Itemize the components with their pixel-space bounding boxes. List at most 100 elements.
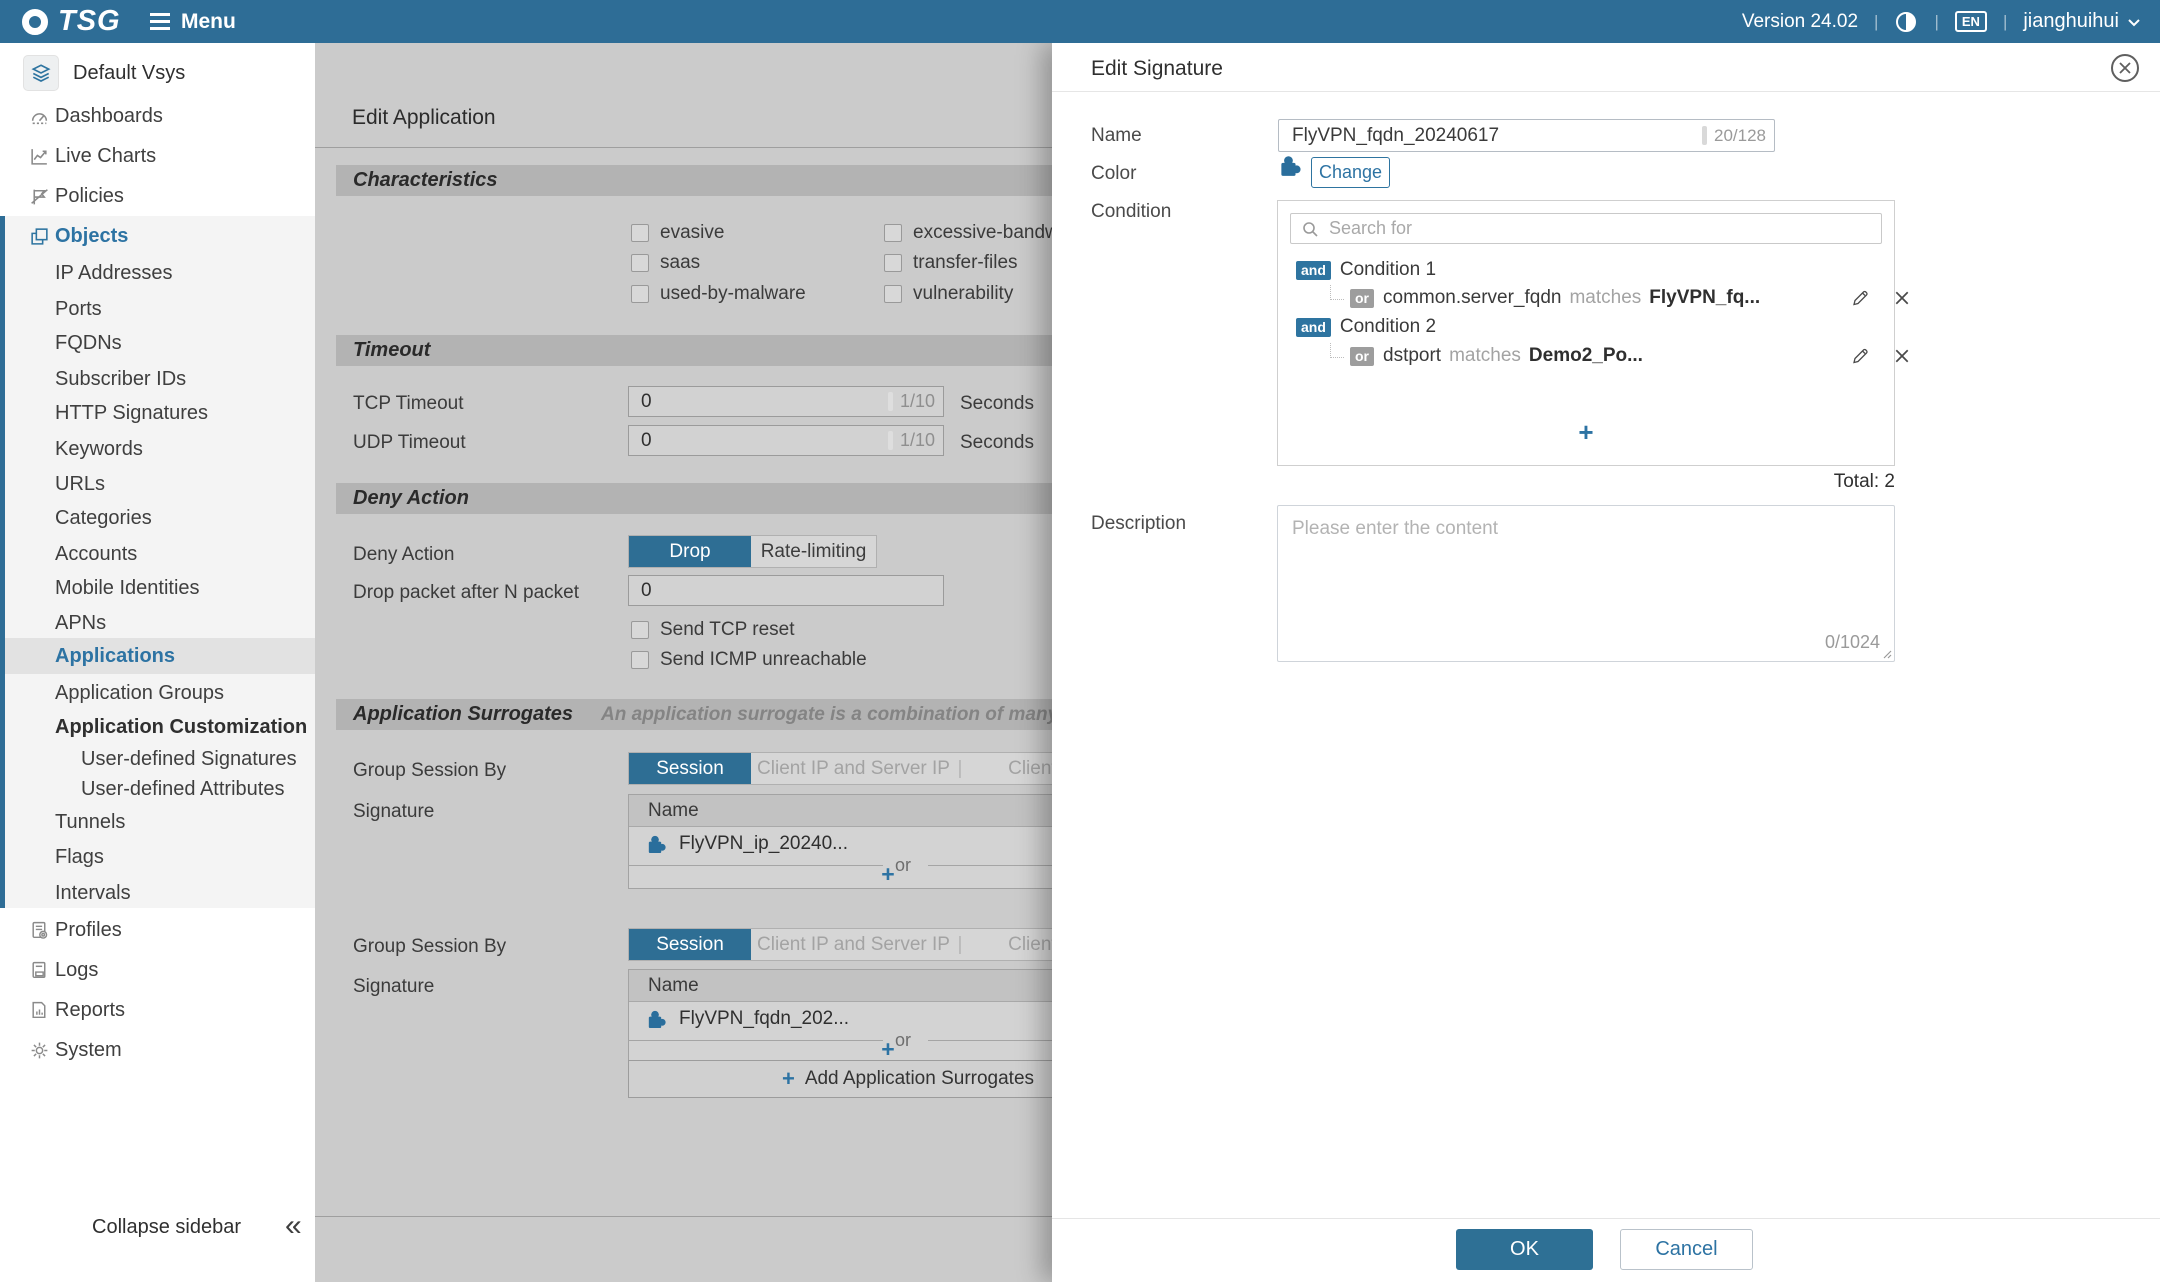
tcp-timeout-input[interactable]: 1/10 [628, 386, 944, 417]
deny-action-toggle: Drop Rate-limiting [628, 535, 877, 568]
description-textarea[interactable] [1278, 506, 1894, 661]
drop-packet-input[interactable] [628, 575, 944, 606]
sidebar-item-ip-addresses[interactable]: IP Addresses [55, 259, 172, 287]
sidebar-item-ports[interactable]: Ports [55, 295, 102, 323]
change-color-button[interactable]: Change [1311, 157, 1390, 188]
sidebar-item-applications[interactable]: Applications [55, 642, 175, 670]
checkbox-used-by-malware[interactable]: used-by-malware [631, 283, 806, 305]
system-gear-icon [28, 1039, 50, 1061]
checkbox[interactable] [884, 224, 902, 242]
sidebar-item-live-charts[interactable]: Live Charts [55, 142, 156, 170]
sidebar-item-tunnels[interactable]: Tunnels [55, 808, 125, 836]
sidebar-item-logs[interactable]: Logs [55, 956, 98, 984]
condition-field: dstport [1383, 345, 1441, 367]
edit-condition-icon[interactable] [1850, 288, 1870, 308]
sidebar-item-categories[interactable]: Categories [55, 504, 152, 532]
udp-timeout-value[interactable] [639, 429, 888, 453]
checkbox[interactable] [631, 224, 649, 242]
sidebar-item-urls[interactable]: URLs [55, 470, 105, 498]
checkbox-send-icmp-unreachable[interactable]: Send ICMP unreachable [631, 649, 867, 671]
cancel-button[interactable]: Cancel [1620, 1229, 1753, 1270]
delete-condition-icon[interactable] [1894, 348, 1910, 364]
sidebar-item-system[interactable]: System [55, 1036, 122, 1064]
name-input[interactable]: 20/128 [1278, 119, 1775, 152]
group-session-client-server-option[interactable]: Client IP and Server IP [751, 753, 956, 784]
condition-rule-1[interactable]: or common.server_fqdn matches FlyVPN_fq.… [1278, 285, 1946, 311]
sidebar-item-fqdns[interactable]: FQDNs [55, 329, 122, 357]
checkbox-send-tcp-reset[interactable]: Send TCP reset [631, 619, 794, 641]
resize-handle[interactable] [1880, 647, 1892, 659]
separator: | [1874, 12, 1878, 32]
delete-condition-icon[interactable] [1894, 290, 1910, 306]
group-session-client-server-option[interactable]: Client IP and Server IP [751, 929, 956, 960]
sidebar-item-keywords[interactable]: Keywords [55, 435, 143, 463]
checkbox-saas[interactable]: saas [631, 252, 700, 274]
condition-group-2[interactable]: and Condition 2 [1278, 314, 1912, 340]
checkbox[interactable] [631, 254, 649, 272]
sidebar-item-application-customization[interactable]: Application Customization [55, 713, 307, 741]
udp-timeout-input[interactable]: 1/10 [628, 425, 944, 456]
group-session-session-option[interactable]: Session [629, 929, 751, 960]
drop-packet-value[interactable] [639, 579, 935, 603]
deny-action-drop-option[interactable]: Drop [629, 536, 751, 567]
sidebar-item-user-defined-signatures[interactable]: User-defined Signatures [81, 745, 297, 773]
sidebar-item-accounts[interactable]: Accounts [55, 540, 137, 568]
tcp-timeout-value[interactable] [639, 390, 888, 414]
puzzle-icon [645, 833, 666, 854]
or-label: or [895, 1030, 911, 1051]
sidebar-item-policies[interactable]: Policies [55, 182, 124, 210]
sidebar-item-apns[interactable]: APNs [55, 609, 106, 637]
application-surrogates-hint: An application surrogate is a combinatio… [601, 704, 1102, 726]
modal-title: Edit Signature [1091, 57, 1223, 81]
tree-connector [1330, 343, 1344, 358]
deny-action-label: Deny Action [353, 544, 454, 566]
checkbox[interactable] [884, 254, 902, 272]
signature-label-2: Signature [353, 976, 434, 998]
deny-action-rate-limiting-option[interactable]: Rate-limiting [751, 536, 876, 567]
sidebar-item-objects[interactable]: Objects [55, 222, 128, 250]
condition-search-input[interactable] [1290, 213, 1882, 244]
checkbox[interactable] [631, 621, 649, 639]
sidebar-item-http-signatures[interactable]: HTTP Signatures [55, 399, 208, 427]
sidebar-item-profiles[interactable]: Profiles [55, 916, 122, 944]
sidebar-item-reports[interactable]: Reports [55, 996, 125, 1024]
language-icon[interactable]: EN [1955, 11, 1987, 32]
user-menu[interactable]: jianghuihui [2023, 10, 2142, 33]
menu-button[interactable]: Menu [150, 0, 236, 43]
description-counter: 0/1024 [1825, 632, 1880, 653]
checkbox-vulnerability[interactable]: vulnerability [884, 283, 1013, 305]
drop-packet-label: Drop packet after N packet [353, 582, 579, 604]
checkbox-evasive[interactable]: evasive [631, 222, 724, 244]
sidebar-item-application-groups[interactable]: Application Groups [55, 679, 224, 707]
collapse-sidebar-button[interactable]: Collapse sidebar [92, 1216, 241, 1239]
signature-name: FlyVPN_fqdn_202... [679, 1008, 849, 1030]
logs-icon [28, 959, 50, 981]
ok-button[interactable]: OK [1456, 1229, 1593, 1270]
condition-rule-2[interactable]: or dstport matches Demo2_Po... [1278, 343, 1946, 369]
search-input[interactable] [1327, 217, 1871, 240]
checkbox[interactable] [631, 651, 649, 669]
help-icon[interactable] [1894, 10, 1918, 34]
add-condition-button[interactable]: + [1278, 419, 1894, 445]
group-session-session-option[interactable]: Session [629, 753, 751, 784]
checkbox[interactable] [884, 285, 902, 303]
sidebar-item-subscriber-ids[interactable]: Subscriber IDs [55, 365, 186, 393]
condition-group-1[interactable]: and Condition 1 [1278, 257, 1912, 283]
sidebar-item-user-defined-attributes[interactable]: User-defined Attributes [81, 775, 284, 803]
condition-value: Demo2_Po... [1529, 345, 1643, 367]
vsys-selector[interactable]: Default Vsys [23, 55, 185, 91]
checkbox[interactable] [631, 285, 649, 303]
name-value[interactable] [1290, 124, 1702, 148]
sidebar-item-mobile-identities[interactable]: Mobile Identities [55, 574, 200, 602]
input-grip [1702, 126, 1707, 145]
edit-condition-icon[interactable] [1850, 346, 1870, 366]
collapse-chevron-icon[interactable]: « [285, 1209, 302, 1243]
close-icon[interactable] [2111, 54, 2139, 82]
checkbox-transfer-files[interactable]: transfer-files [884, 252, 1018, 274]
sidebar-item-dashboards[interactable]: Dashboards [55, 102, 163, 130]
sidebar-item-flags[interactable]: Flags [55, 843, 104, 871]
app-logo[interactable]: TSG [22, 0, 121, 43]
checkbox-excessive-bandwidth[interactable]: excessive-bandwi [884, 222, 1063, 244]
group-session-by-label-1: Group Session By [353, 760, 506, 782]
sidebar-item-intervals[interactable]: Intervals [55, 879, 131, 907]
